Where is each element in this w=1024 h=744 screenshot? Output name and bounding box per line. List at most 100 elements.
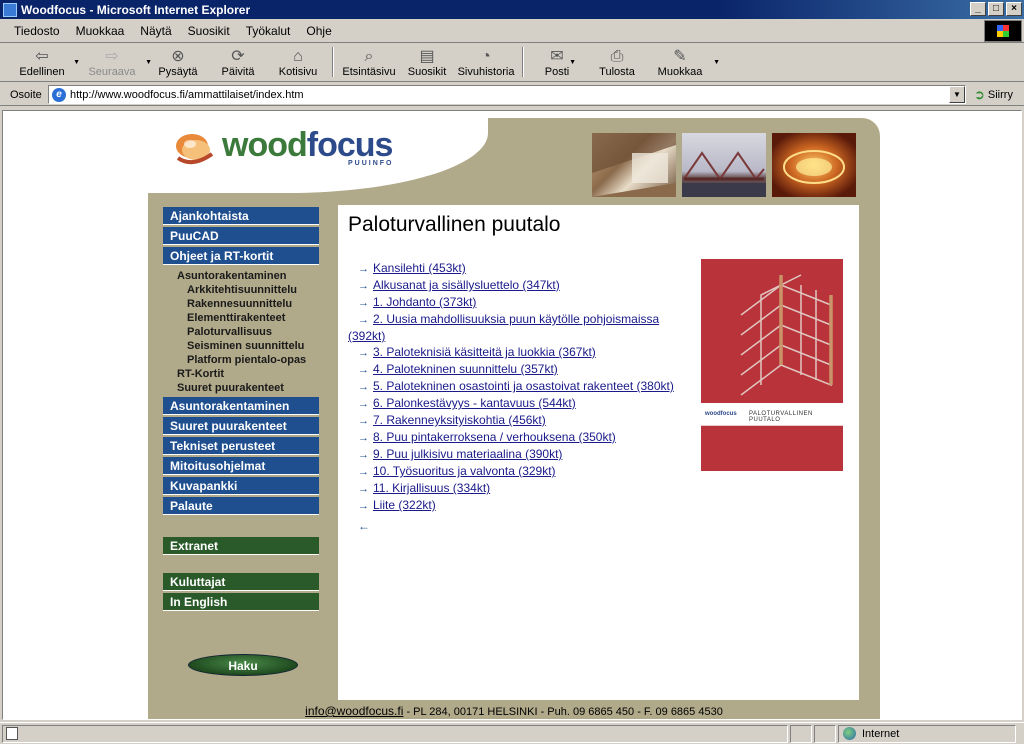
subnav-suuret-puurakenteet[interactable]: Suuret puurakenteet [163,381,319,395]
woodfocus-logo[interactable]: woodfocus PUUINFO [172,122,442,170]
address-bar: Osoite e http://www.woodfocus.fi/ammatti… [0,84,1024,106]
close-button[interactable]: × [1006,2,1022,16]
link-palotekninen-suunnittelu[interactable]: 4. Palotekninen suunnittelu (357kt) [373,362,558,376]
arrow-right-icon: → [358,314,369,326]
arrow-right-icon: → [358,347,369,359]
page-status-icon [6,727,18,740]
edit-button[interactable]: ✎ Muokkaa ▼ [648,45,720,81]
link-palonkestavyys[interactable]: 6. Palonkestävyys - kantavuus (544kt) [373,396,576,410]
menu-view[interactable]: Näytä [140,24,171,38]
forward-arrow-icon: ⇨ [105,48,119,65]
arrow-right-icon: → [358,432,369,444]
search-button[interactable]: ⌕ Etsintäsivu [338,45,400,81]
mail-button[interactable]: ✉ Posti ▼ [528,45,586,81]
title-bar: Woodfocus - Microsoft Internet Explorer … [0,0,1024,19]
site-frame: woodfocus PUUINFO Ajankohtaista PuuCAD O… [148,118,880,719]
menu-edit[interactable]: Muokkaa [76,24,125,38]
go-button[interactable]: ➲ Siirry [974,87,1013,103]
link-alkusanat[interactable]: Alkusanat ja sisällysluettelo (347kt) [373,278,560,292]
menu-tools[interactable]: Työkalut [246,24,291,38]
cover-bottom [701,425,843,471]
subnav-asuntorakentaminen[interactable]: Asuntorakentaminen [163,269,319,283]
toolbar-separator [522,47,524,77]
link-uusia-mahdollisuuksia-size[interactable]: (392kt) [348,329,385,343]
subnav-rakennesuunnittelu[interactable]: Rakennesuunnittelu [163,297,319,311]
home-icon: ⌂ [293,48,303,65]
arrow-right-icon: → [358,500,369,512]
arrow-right-icon: → [358,483,369,495]
search-haku-button[interactable]: Haku [188,654,298,676]
link-johdanto[interactable]: 1. Johdanto (373kt) [373,295,476,309]
footer-email-link[interactable]: info@woodfocus.fi [305,704,403,718]
arrow-right-icon: → [358,466,369,478]
home-button[interactable]: ⌂ Kotisivu [268,45,328,81]
history-icon: ◔ [481,48,491,65]
nav-kuluttajat[interactable]: Kuluttajat [163,573,319,591]
refresh-button[interactable]: ⟳ Päivitä [208,45,268,81]
link-kansilehti[interactable]: Kansilehti (453kt) [373,261,466,275]
subnav-rt-kortit[interactable]: RT-Kortit [163,367,319,381]
nav-ajankohtaista[interactable]: Ajankohtaista [163,207,319,225]
stop-button[interactable]: ⊗ Pysäytä [148,45,208,81]
forward-button[interactable]: ⇨ Seuraava ▼ [76,45,152,81]
link-tyosuoritus[interactable]: 10. Työsuoritus ja valvonta (329kt) [373,464,556,478]
list-item: → 4. Palotekninen suunnittelu (357kt) [348,361,693,378]
nav-suuret-puurakenteet[interactable]: Suuret puurakenteet [163,417,319,435]
subnav-seisminen-suunnittelu[interactable]: Seisminen suunnittelu [163,339,319,353]
ie-app-icon [3,2,17,17]
address-input[interactable]: e http://www.woodfocus.fi/ammattilaiset/… [48,85,966,104]
link-uusia-mahdollisuuksia[interactable]: 2. Uusia mahdollisuuksia puun käytölle p… [373,312,659,326]
arrow-right-icon: → [358,398,369,410]
list-item: → Kansilehti (453kt) [348,260,693,277]
list-item: → 11. Kirjallisuus (334kt) [348,480,693,497]
nav-asuntorakentaminen[interactable]: Asuntorakentaminen [163,397,319,415]
nav-mitoitusohjelmat[interactable]: Mitoitusohjelmat [163,457,319,475]
list-item: → 8. Puu pintakerroksena / verhouksena (3… [348,429,693,446]
arrow-right-icon: → [358,415,369,427]
link-liite[interactable]: Liite (322kt) [373,498,436,512]
favorites-button[interactable]: ▤ Suosikit [400,45,454,81]
address-url[interactable]: http://www.woodfocus.fi/ammattilaiset/in… [70,89,304,101]
menu-favorites[interactable]: Suosikit [188,24,230,38]
back-button[interactable]: ⇦ Edellinen ▼ [8,45,80,81]
nav-tekniset-perusteet[interactable]: Tekniset perusteet [163,437,319,455]
back-arrow-link[interactable]: ← [358,519,370,533]
address-dropdown-icon[interactable]: ▼ [949,86,965,103]
nav-ohjeet-rt-kortit[interactable]: Ohjeet ja RT-kortit [163,247,319,265]
subnav-paloturvallisuus[interactable]: Paloturvallisuus [163,325,319,339]
menu-help[interactable]: Ohje [306,24,331,38]
mail-icon: ✉ [550,48,564,65]
subnav-arkkitehtisuunnittelu[interactable]: Arkkitehtisuunnittelu [163,283,319,297]
subnav-platform-pientalo-opas[interactable]: Platform pientalo-opas [163,353,319,367]
list-item: → 7. Rakenneyksityiskohtia (456kt) [348,412,693,429]
link-palotekninen-osastointi[interactable]: 5. Palotekninen osastointi ja osastoivat… [373,379,674,393]
link-puu-pintakerroksena[interactable]: 8. Puu pintakerroksena / verhouksena (35… [373,430,616,444]
subnav: Asuntorakentaminen Arkkitehtisuunnittelu… [163,267,319,397]
link-paloteknisia-kasitteita[interactable]: 3. Paloteknisiä käsitteitä ja luokkia (3… [373,345,596,359]
edit-dropdown-icon[interactable]: ▼ [713,59,720,66]
nav-puucad[interactable]: PuuCAD [163,227,319,245]
subnav-elementtirakenteet[interactable]: Elementtirakenteet [163,311,319,325]
print-button[interactable]: ⎙ Tulosta [586,45,648,81]
nav-in-english[interactable]: In English [163,593,319,611]
book-cover-image[interactable]: woodfocus PALOTURVALLINEN PUUTALO [701,259,843,471]
link-puu-julkisivu[interactable]: 9. Puu julkisivu materiaalina (390kt) [373,447,562,461]
mail-dropdown-icon[interactable]: ▼ [569,59,576,66]
link-rakenneyksityiskohtia[interactable]: 7. Rakenneyksityiskohtia (456kt) [373,413,546,427]
list-item: → 10. Työsuoritus ja valvonta (329kt) [348,463,693,480]
maximize-button[interactable]: □ [988,2,1004,16]
cover-band: woodfocus PALOTURVALLINEN PUUTALO [701,403,843,425]
arrow-right-icon: → [358,280,369,292]
minimize-button[interactable]: _ [970,2,986,16]
nav-extranet[interactable]: Extranet [163,537,319,555]
nav-palaute[interactable]: Palaute [163,497,319,515]
menu-file[interactable]: Tiedosto [14,24,60,38]
history-button[interactable]: ◔ Sivuhistoria [454,45,518,81]
cover-structure-illustration [740,274,833,396]
status-text-pane [2,724,788,743]
nav-kuvapankki[interactable]: Kuvapankki [163,477,319,495]
arrow-right-icon: → [358,381,369,393]
search-icon: ⌕ [364,48,374,65]
page-ie-icon: e [52,87,66,102]
link-kirjallisuus[interactable]: 11. Kirjallisuus (334kt) [373,481,490,495]
